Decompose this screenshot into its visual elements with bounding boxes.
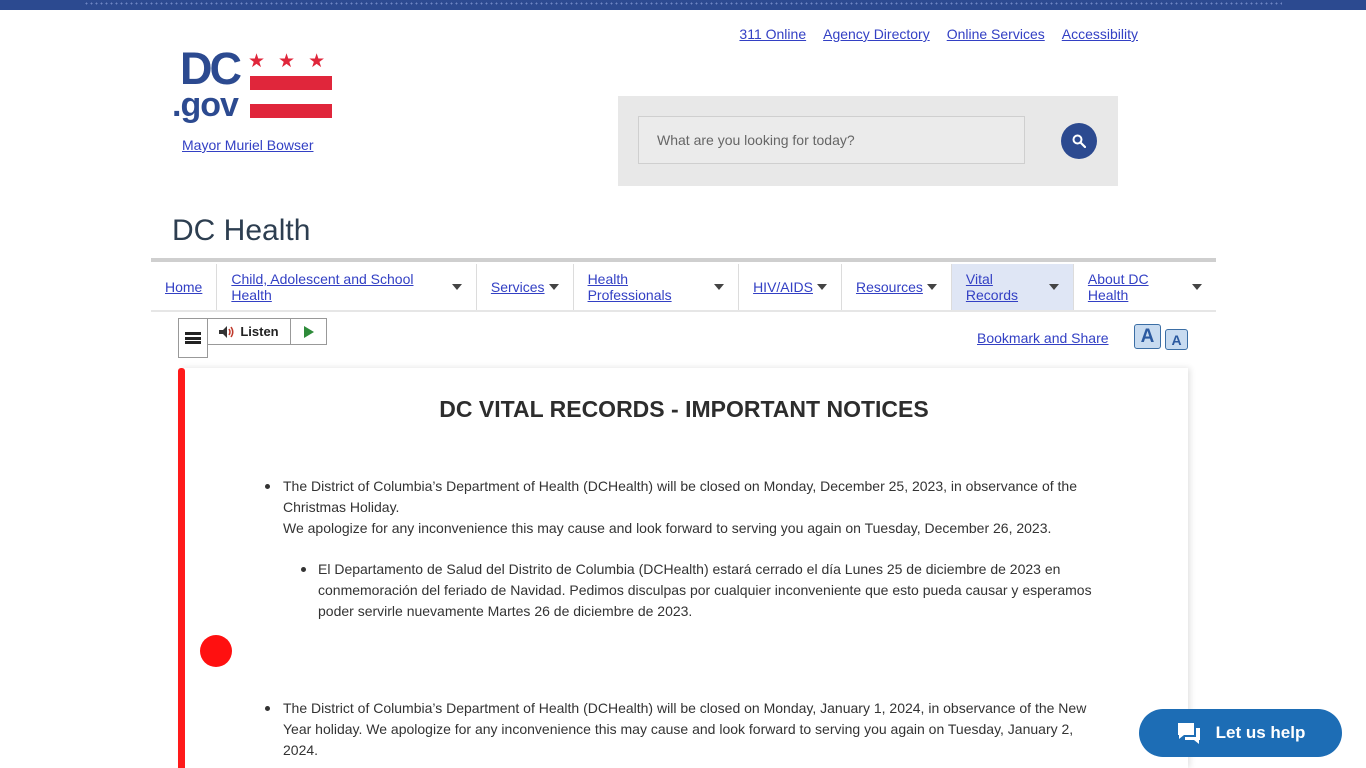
chevron-down-icon[interactable]	[816, 284, 827, 290]
listen-button[interactable]: Listen	[208, 319, 291, 344]
help-label: Let us help	[1215, 723, 1306, 742]
increase-font-button[interactable]: A	[1134, 324, 1161, 349]
red-dot-marker	[200, 635, 232, 667]
util-link-online-services[interactable]: Online Services	[947, 26, 1045, 42]
bookmark-share-link[interactable]: Bookmark and Share	[977, 330, 1109, 346]
nav-link-health-professionals[interactable]: Health Professionals	[588, 271, 711, 303]
notice-text: The District of Columbia’s Department of…	[283, 478, 1077, 515]
notice-christmas-es: El Departamento de Salud del Distrito de…	[318, 561, 1092, 619]
search-input[interactable]	[638, 116, 1025, 164]
utility-links: 311 Online Agency Directory Online Servi…	[739, 26, 1138, 42]
nav-top-rule	[151, 258, 1216, 262]
notice-text: We apologize for any inconvenience this …	[283, 520, 1052, 536]
bullet-icon	[265, 706, 270, 711]
nav-link-home[interactable]: Home	[165, 279, 202, 295]
chat-icon	[1177, 723, 1200, 744]
notices-title: DC VITAL RECORDS - IMPORTANT NOTICES	[439, 396, 929, 422]
bullet-icon	[301, 567, 306, 572]
red-accent-bar	[178, 368, 185, 768]
let-us-help-button[interactable]: Let us help	[1139, 709, 1342, 757]
chevron-down-icon[interactable]	[714, 284, 725, 290]
nav-link-hiv-aids[interactable]: HIV/AIDS	[753, 279, 813, 295]
search-icon	[1072, 134, 1086, 148]
play-button[interactable]	[291, 319, 326, 344]
nav-item-home[interactable]: Home	[151, 264, 218, 310]
nav-item-services[interactable]: Services	[477, 264, 574, 310]
nav-link-vital-records[interactable]: Vital Records	[966, 271, 1045, 303]
chevron-down-icon[interactable]	[1192, 284, 1202, 290]
search-panel	[618, 96, 1118, 186]
listen-widget: Listen	[207, 318, 327, 345]
main-nav: Home Child, Adolescent and School Health…	[151, 264, 1216, 312]
logo-gov-text: .gov	[172, 86, 239, 124]
nav-link-services[interactable]: Services	[491, 279, 545, 295]
banner-pattern	[84, 2, 1282, 5]
mayor-link[interactable]: Mayor Muriel Bowser	[182, 137, 313, 153]
notice-new-year-en: The District of Columbia’s Department of…	[283, 700, 1087, 758]
listen-label: Listen	[240, 324, 279, 339]
nav-item-resources[interactable]: Resources	[842, 264, 952, 310]
hamburger-icon	[185, 332, 201, 344]
util-link-311[interactable]: 311 Online	[739, 26, 806, 42]
util-link-agency-directory[interactable]: Agency Directory	[823, 26, 930, 42]
chevron-down-icon[interactable]	[926, 284, 937, 290]
nav-item-vital-records[interactable]: Vital Records	[951, 264, 1074, 310]
top-banner-strip	[0, 0, 1366, 10]
nav-link-resources[interactable]: Resources	[856, 279, 923, 295]
nav-link-about[interactable]: About DC Health	[1088, 271, 1188, 303]
logo-dc-text: DC	[180, 43, 242, 94]
dc-gov-logo[interactable]: DC .gov ★★★	[172, 46, 334, 128]
chevron-down-icon[interactable]	[1048, 284, 1059, 290]
chevron-down-icon[interactable]	[548, 284, 559, 290]
notice-christmas-en: The District of Columbia’s Department of…	[283, 476, 1093, 539]
bullet-icon	[265, 484, 270, 489]
search-button[interactable]	[1061, 123, 1097, 159]
logo-flag-bar	[250, 76, 332, 90]
logo-flag-bar	[250, 104, 332, 118]
nav-item-health-professionals[interactable]: Health Professionals	[574, 264, 740, 310]
chevron-down-icon[interactable]	[451, 284, 462, 290]
logo-stars: ★★★	[248, 51, 339, 72]
decrease-font-button[interactable]: A	[1165, 329, 1188, 350]
nav-item-child-health[interactable]: Child, Adolescent and School Health	[217, 264, 477, 310]
util-link-accessibility[interactable]: Accessibility	[1062, 26, 1138, 42]
nav-item-hiv-aids[interactable]: HIV/AIDS	[739, 264, 842, 310]
site-title: DC Health	[172, 214, 311, 247]
nav-item-about[interactable]: About DC Health	[1074, 264, 1216, 310]
play-icon	[303, 325, 314, 338]
speaker-icon	[219, 325, 234, 338]
readspeaker-menu-button[interactable]	[178, 318, 208, 358]
nav-link-child-health[interactable]: Child, Adolescent and School Health	[231, 271, 448, 303]
